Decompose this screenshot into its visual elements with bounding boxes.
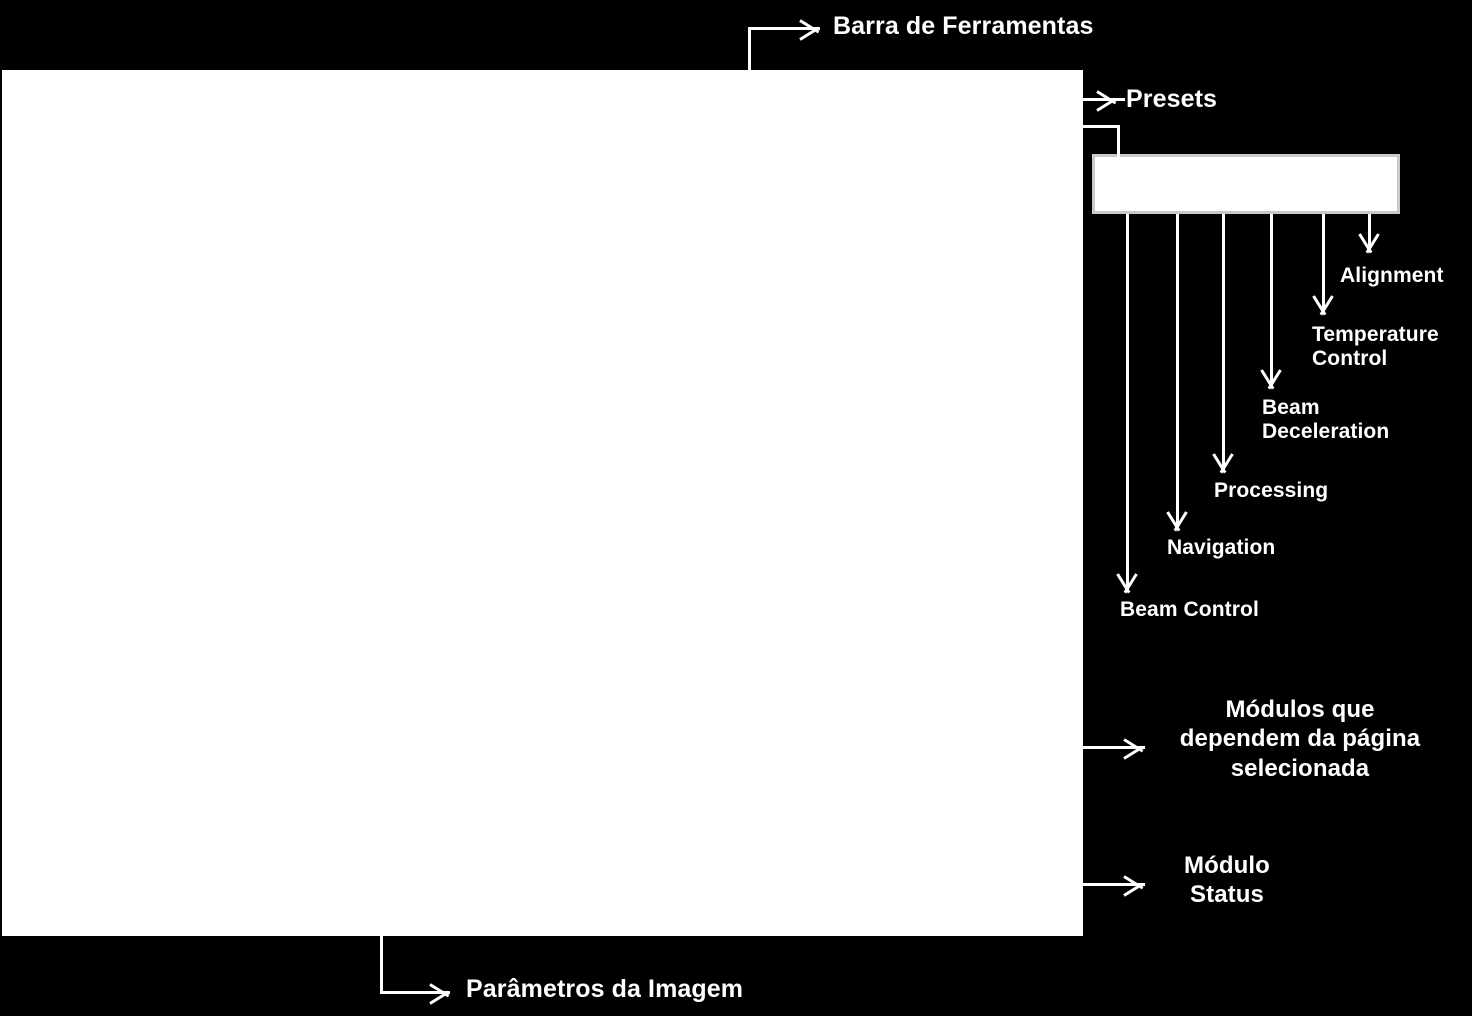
image-params-callout-riser [380,932,383,994]
main-viewport-panel[interactable] [2,70,1083,936]
leader-line-navigation [1176,214,1179,526]
presets-toolbar-box[interactable] [1092,154,1400,214]
label-processing: Processing [1214,479,1329,502]
presets-box-elbow-riser [1117,125,1120,157]
label-toolbar: Barra de Ferramentas [833,12,1094,40]
beam-deceleration-arrowhead-icon [1258,370,1284,392]
page-modules-arrowhead-icon [1124,736,1146,762]
navigation-arrowhead-icon [1164,512,1190,534]
label-alignment: Alignment [1340,264,1444,287]
toolbar-callout-riser [748,27,751,72]
toolbar-arrowhead-icon [800,17,822,43]
image-params-arrowhead-icon [430,981,452,1007]
label-navigation: Navigation [1167,536,1276,559]
label-beam-deceleration: Beam Deceleration [1262,396,1390,444]
presets-arrowhead-icon [1097,88,1119,114]
status-module-arrowhead-icon [1124,873,1146,899]
label-presets: Presets [1126,85,1218,113]
beam-control-arrowhead-icon [1114,574,1140,596]
temperature-control-arrowhead-icon [1310,296,1336,318]
alignment-arrowhead-icon [1356,234,1382,256]
presets-box-elbow-run [1083,125,1120,128]
leader-line-beam-control [1126,214,1129,588]
leader-line-processing [1222,214,1225,468]
processing-arrowhead-icon [1210,454,1236,476]
label-page-dependent-modules: Módulos que dependem da página seleciona… [1179,696,1421,782]
label-image-parameters: Parâmetros da Imagem [466,975,744,1003]
label-temperature-control: Temperature Control [1312,323,1439,371]
diagram-canvas: Barra de Ferramentas Presets Beam Contro… [0,0,1472,1016]
leader-line-beam-deceleration [1270,214,1273,384]
label-beam-control: Beam Control [1120,598,1259,621]
label-status-module: Módulo Status [1184,852,1270,909]
